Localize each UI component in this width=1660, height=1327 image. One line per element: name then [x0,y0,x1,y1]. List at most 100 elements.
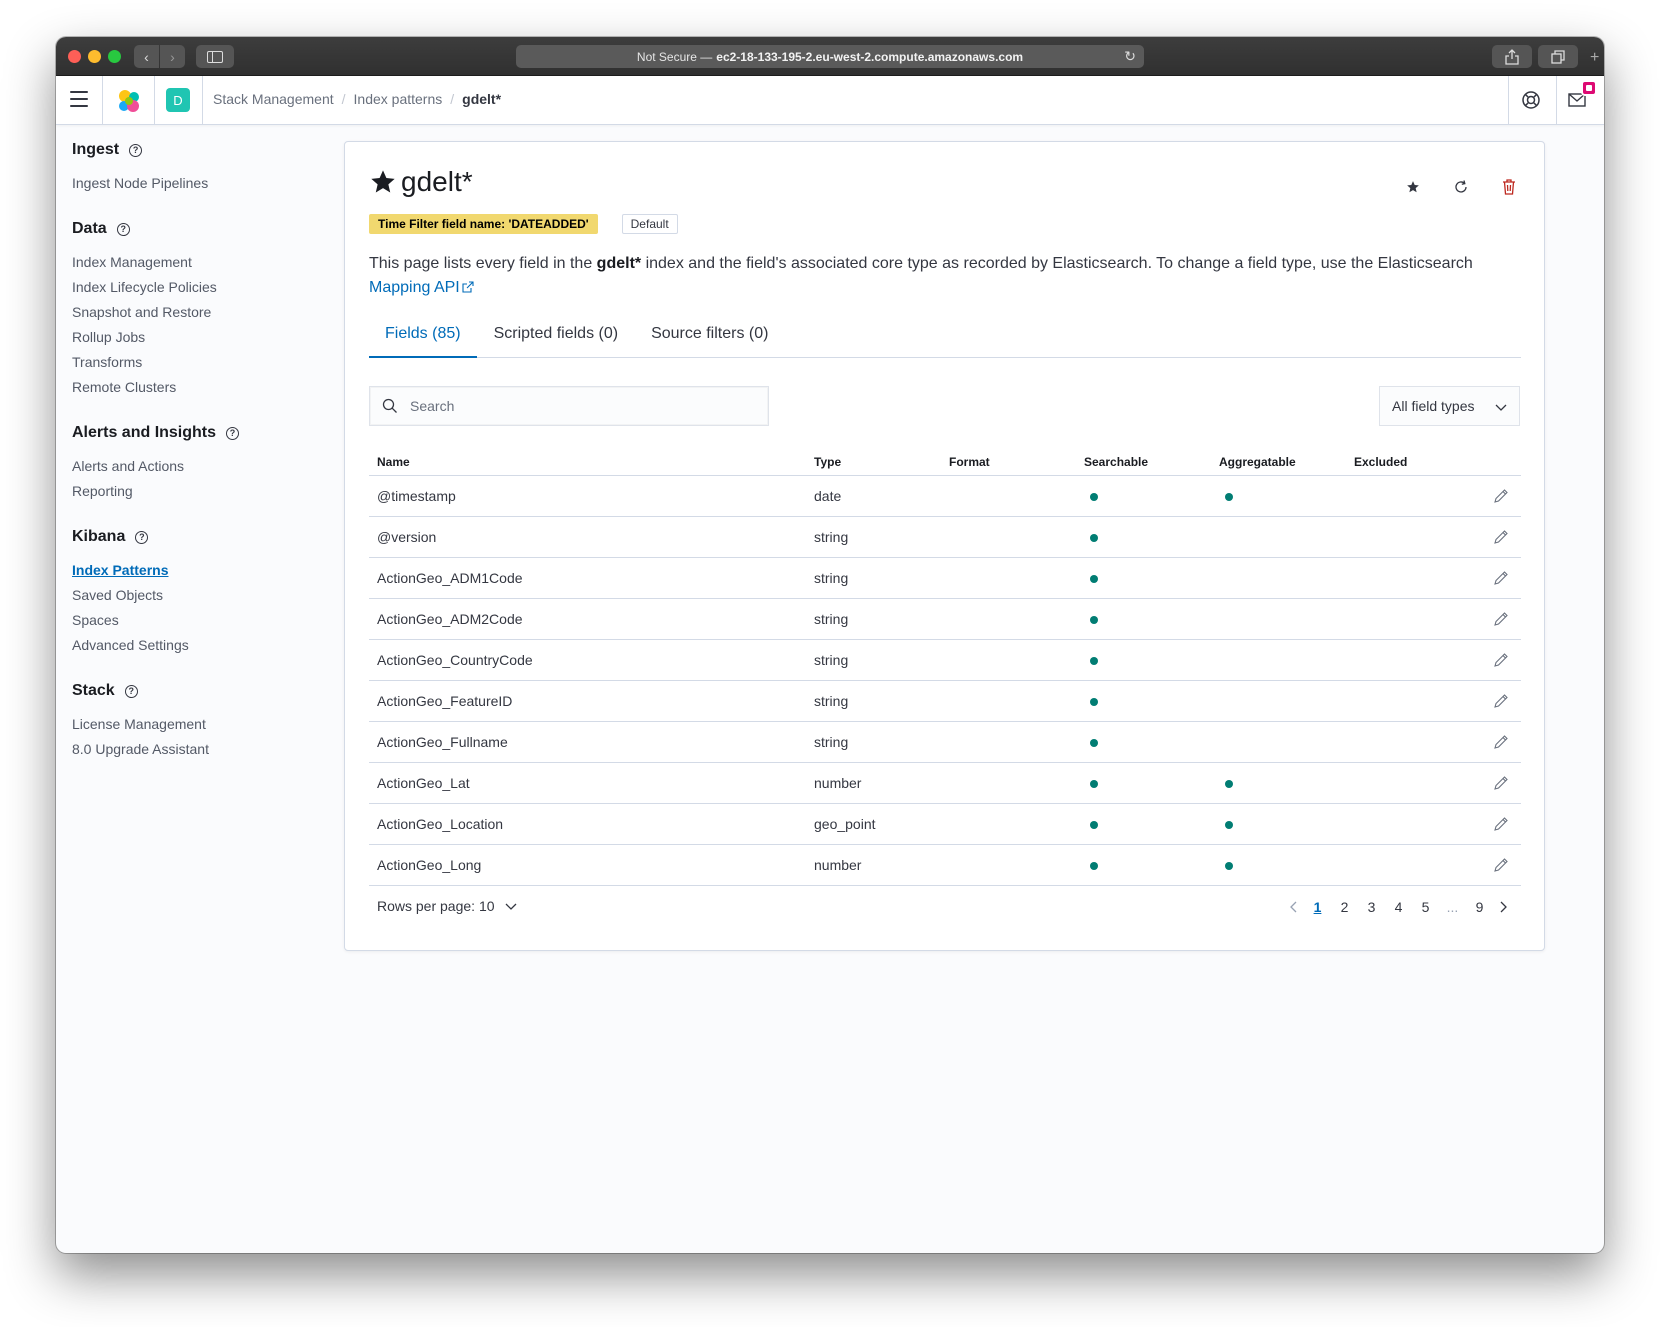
sidebar-item-reporting[interactable]: Reporting [72,479,322,504]
question-icon[interactable]: ? [226,426,240,440]
sidebar-item-rollup-jobs[interactable]: Rollup Jobs [72,325,322,350]
column-header-name[interactable]: Name [377,455,410,469]
sidebar-item-remote-clusters[interactable]: Remote Clusters [72,375,322,400]
question-icon[interactable]: ? [124,684,138,698]
tabs-icon [1551,49,1565,64]
delete-index-pattern-button[interactable] [1498,176,1520,198]
searchable-dot-icon [1090,575,1098,583]
set-default-button[interactable] [1402,176,1424,198]
chevron-left-icon [1290,901,1297,913]
edit-pencil-icon[interactable] [1493,488,1509,504]
question-icon[interactable]: ? [116,222,130,236]
show-tabs-button[interactable] [1538,45,1578,68]
column-header-aggregatable[interactable]: Aggregatable [1219,455,1296,469]
table-row: @timestamp date [369,476,1521,517]
chevron-right-icon: › [170,48,175,65]
back-button[interactable]: ‹ [134,45,159,68]
zoom-window-button[interactable] [108,50,121,63]
sidebar-section-title: Stack [72,682,115,699]
address-security-label: Not Secure — [636,49,713,64]
edit-pencil-icon[interactable] [1493,652,1509,668]
sidebar-item-snapshot-and-restore[interactable]: Snapshot and Restore [72,300,322,325]
chevron-left-icon: ‹ [144,48,149,65]
previous-page-button[interactable] [1284,896,1304,918]
edit-pencil-icon[interactable] [1493,816,1509,832]
page-link-2[interactable]: 2 [1331,896,1358,918]
description-text: index and the field's associated core ty… [641,255,1473,272]
breadcrumb-index-patterns[interactable]: Index patterns [354,91,443,107]
page-link-4[interactable]: 4 [1385,896,1412,918]
menu-icon[interactable] [70,91,88,107]
column-header-excluded[interactable]: Excluded [1354,455,1407,469]
breadcrumb-stack-management[interactable]: Stack Management [213,91,334,107]
breadcrumb-current: gdelt* [462,91,502,107]
share-button[interactable] [1492,45,1532,68]
question-icon[interactable]: ? [129,143,143,157]
sidebar-item-license-management[interactable]: License Management [72,712,322,737]
address-bar[interactable]: Not Secure — ec2-18-133-195-2.eu-west-2.… [516,45,1144,68]
refresh-fields-button[interactable] [1450,176,1472,198]
sidebar-item-upgrade-assistant[interactable]: 8.0 Upgrade Assistant [72,737,322,762]
tab-fields[interactable]: Fields (85) [369,310,477,358]
column-header-searchable[interactable]: Searchable [1084,455,1148,469]
sidebar-item-saved-objects[interactable]: Saved Objects [72,583,322,608]
sidebar-item-index-management[interactable]: Index Management [72,250,322,275]
rows-per-page-button[interactable]: Rows per page: 10 [377,898,517,914]
sidebar-icon [207,50,223,63]
mapping-api-link[interactable]: Mapping API [369,279,475,296]
field-type: string [814,693,849,709]
space-avatar[interactable]: D [166,88,190,112]
help-icon[interactable] [1519,88,1543,112]
edit-pencil-icon[interactable] [1493,693,1509,709]
page-link-9[interactable]: 9 [1466,896,1493,918]
field-type: geo_point [814,816,876,832]
field-type: number [814,775,862,791]
field-type-filter[interactable]: All field types [1379,386,1520,426]
edit-pencil-icon[interactable] [1493,857,1509,873]
table-body: @timestamp date @version string ActionGeo_AD… [369,476,1521,886]
sidebar-item-index-patterns[interactable]: Index Patterns [72,558,322,583]
edit-pencil-icon[interactable] [1493,734,1509,750]
close-window-button[interactable] [68,50,81,63]
page-link-5[interactable]: 5 [1412,896,1439,918]
page-link-1[interactable]: 1 [1304,896,1331,918]
edit-pencil-icon[interactable] [1493,611,1509,627]
table-row: ActionGeo_Fullname string [369,722,1521,763]
next-page-button[interactable] [1493,896,1513,918]
tab-scripted-fields[interactable]: Scripted fields (0) [478,310,635,358]
edit-pencil-icon[interactable] [1493,529,1509,545]
column-header-type[interactable]: Type [814,455,841,469]
page-link-3[interactable]: 3 [1358,896,1385,918]
column-header-format[interactable]: Format [949,455,990,469]
forward-button[interactable]: › [160,45,185,68]
minimize-window-button[interactable] [88,50,101,63]
question-icon[interactable]: ? [135,530,149,544]
sidebar-item-alerts-and-actions[interactable]: Alerts and Actions [72,454,322,479]
searchable-dot-icon [1090,821,1098,829]
sidebar-section-title: Data [72,220,107,237]
elastic-logo[interactable] [116,88,142,114]
sidebar-item-spaces[interactable]: Spaces [72,608,322,633]
search-input[interactable] [410,398,750,414]
table-row: ActionGeo_Lat number [369,763,1521,804]
star-icon [1407,181,1419,193]
sidebar-toggle-button[interactable] [196,45,234,68]
reload-icon[interactable]: ↻ [1124,48,1136,65]
rows-per-page-label: Rows per page: 10 [377,898,495,914]
field-name: ActionGeo_Long [377,857,482,873]
sidebar-item-transforms[interactable]: Transforms [72,350,322,375]
management-sidebar: Ingest? Ingest Node Pipelines Data? Inde… [72,141,322,786]
sidebar-item-advanced-settings[interactable]: Advanced Settings [72,633,322,658]
tab-source-filters[interactable]: Source filters (0) [635,310,784,358]
sidebar-item-index-lifecycle-policies[interactable]: Index Lifecycle Policies [72,275,322,300]
edit-pencil-icon[interactable] [1493,775,1509,791]
fields-table: Name Type Format Searchable Aggregatable… [369,442,1521,886]
edit-pencil-icon[interactable] [1493,570,1509,586]
field-name: ActionGeo_ADM1Code [377,570,523,586]
searchable-dot-icon [1090,739,1098,747]
trash-icon [1503,179,1515,195]
sidebar-item-ingest-node-pipelines[interactable]: Ingest Node Pipelines [72,171,322,196]
field-type: string [814,734,849,750]
notification-badge [1581,80,1597,96]
new-tab-icon[interactable]: + [1590,49,1604,71]
